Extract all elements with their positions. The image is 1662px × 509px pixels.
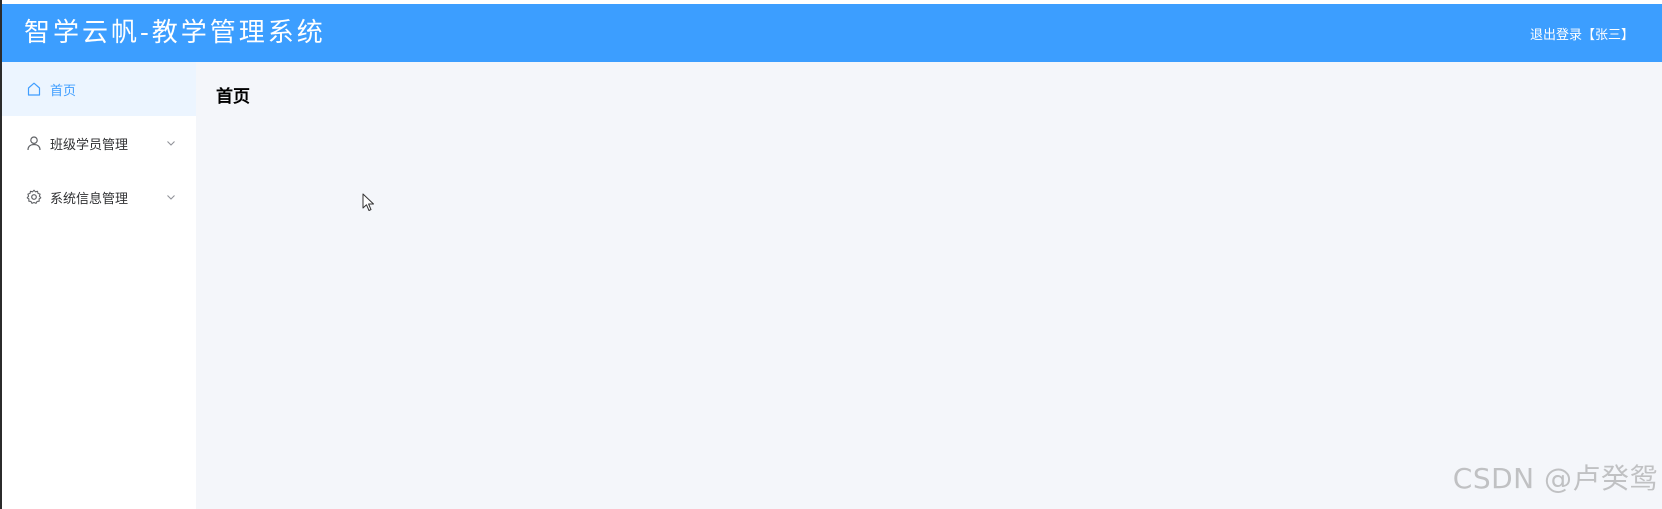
gear-icon (26, 189, 42, 205)
mouse-cursor-icon (362, 193, 374, 211)
watermark-text: CSDN @卢癸鸳 (1452, 462, 1658, 495)
main-content: 首页 (196, 62, 1662, 509)
logout-label[interactable]: 退出登录 (1530, 24, 1582, 43)
sidebar-menu: 首页 班级学员管理 系统信息管理 (2, 62, 196, 509)
current-user-name: 【张三】 (1581, 27, 1634, 43)
chevron-down-icon (166, 138, 176, 148)
sidebar-item-label: 班级学员管理 (50, 137, 129, 153)
home-icon (26, 81, 42, 97)
app-title: 智学云帆-教学管理系统 (24, 18, 326, 48)
sidebar-item-system-info[interactable]: 系统信息管理 (2, 170, 196, 224)
page-title: 首页 (216, 87, 250, 107)
app-window: 智学云帆-教学管理系统 退出登录 【张三】 首页 班级学员管理 系统信息管理 首… (0, 0, 1662, 509)
sidebar-item-label: 首页 (50, 83, 77, 99)
top-header: 智学云帆-教学管理系统 退出登录 【张三】 (2, 4, 1662, 62)
sidebar-item-home[interactable]: 首页 (2, 62, 196, 116)
sidebar-item-label: 系统信息管理 (50, 191, 129, 207)
user-icon (26, 135, 42, 151)
chevron-down-icon (166, 192, 176, 202)
sidebar-item-class-students[interactable]: 班级学员管理 (2, 116, 196, 170)
logout-link[interactable]: 退出登录 【张三】 (1530, 24, 1634, 43)
